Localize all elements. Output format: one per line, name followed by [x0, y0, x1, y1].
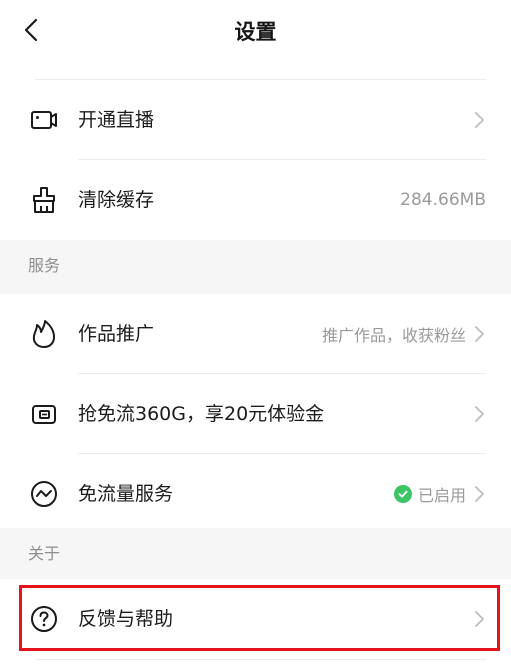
- card-icon: [28, 398, 60, 430]
- settings-item-clear-cache[interactable]: 清除缓存 284.66MB: [0, 160, 511, 240]
- top-bar: 设置: [0, 0, 511, 64]
- settings-item-label: 清除缓存: [78, 189, 155, 211]
- settings-item-promotion[interactable]: 作品推广 推广作品，收获粉丝: [0, 294, 511, 374]
- section-header-service: 服务: [0, 240, 511, 294]
- chevron-right-icon: [475, 486, 484, 502]
- settings-item-label: 免流量服务: [78, 483, 174, 505]
- settings-item-live[interactable]: 开通直播: [0, 80, 511, 160]
- broom-icon: [28, 184, 60, 216]
- chevron-right-icon: [475, 611, 484, 627]
- flame-icon: [28, 318, 60, 350]
- chevron-right-icon: [475, 406, 484, 422]
- settings-item-label: 开通直播: [78, 109, 155, 131]
- page-title: 设置: [234, 20, 277, 44]
- section-title: 服务: [28, 256, 61, 275]
- settings-item-label: 作品推广: [78, 323, 155, 345]
- wave-circle-icon: [28, 478, 60, 510]
- section-title: 关于: [28, 544, 61, 563]
- divider: [35, 659, 486, 660]
- settings-item-free-data-offer[interactable]: 抢免流360G，享20元体验金: [0, 374, 511, 454]
- chevron-right-icon: [475, 112, 484, 128]
- check-icon: [393, 485, 412, 503]
- cache-size-value: 284.66MB: [400, 190, 486, 210]
- status-text: 已启用: [417, 486, 466, 505]
- question-circle-icon: [28, 603, 60, 635]
- settings-item-free-data-service[interactable]: 免流量服务 已启用: [0, 454, 511, 534]
- settings-item-label: 抢免流360G，享20元体验金: [78, 403, 325, 425]
- section-header-about: 关于: [0, 528, 511, 582]
- settings-item-label: 反馈与帮助: [78, 608, 174, 630]
- promotion-hint: 推广作品，收获粉丝: [321, 326, 466, 345]
- chevron-right-icon: [475, 326, 484, 342]
- camera-icon: [28, 104, 60, 136]
- settings-item-feedback-help[interactable]: 反馈与帮助: [0, 579, 511, 659]
